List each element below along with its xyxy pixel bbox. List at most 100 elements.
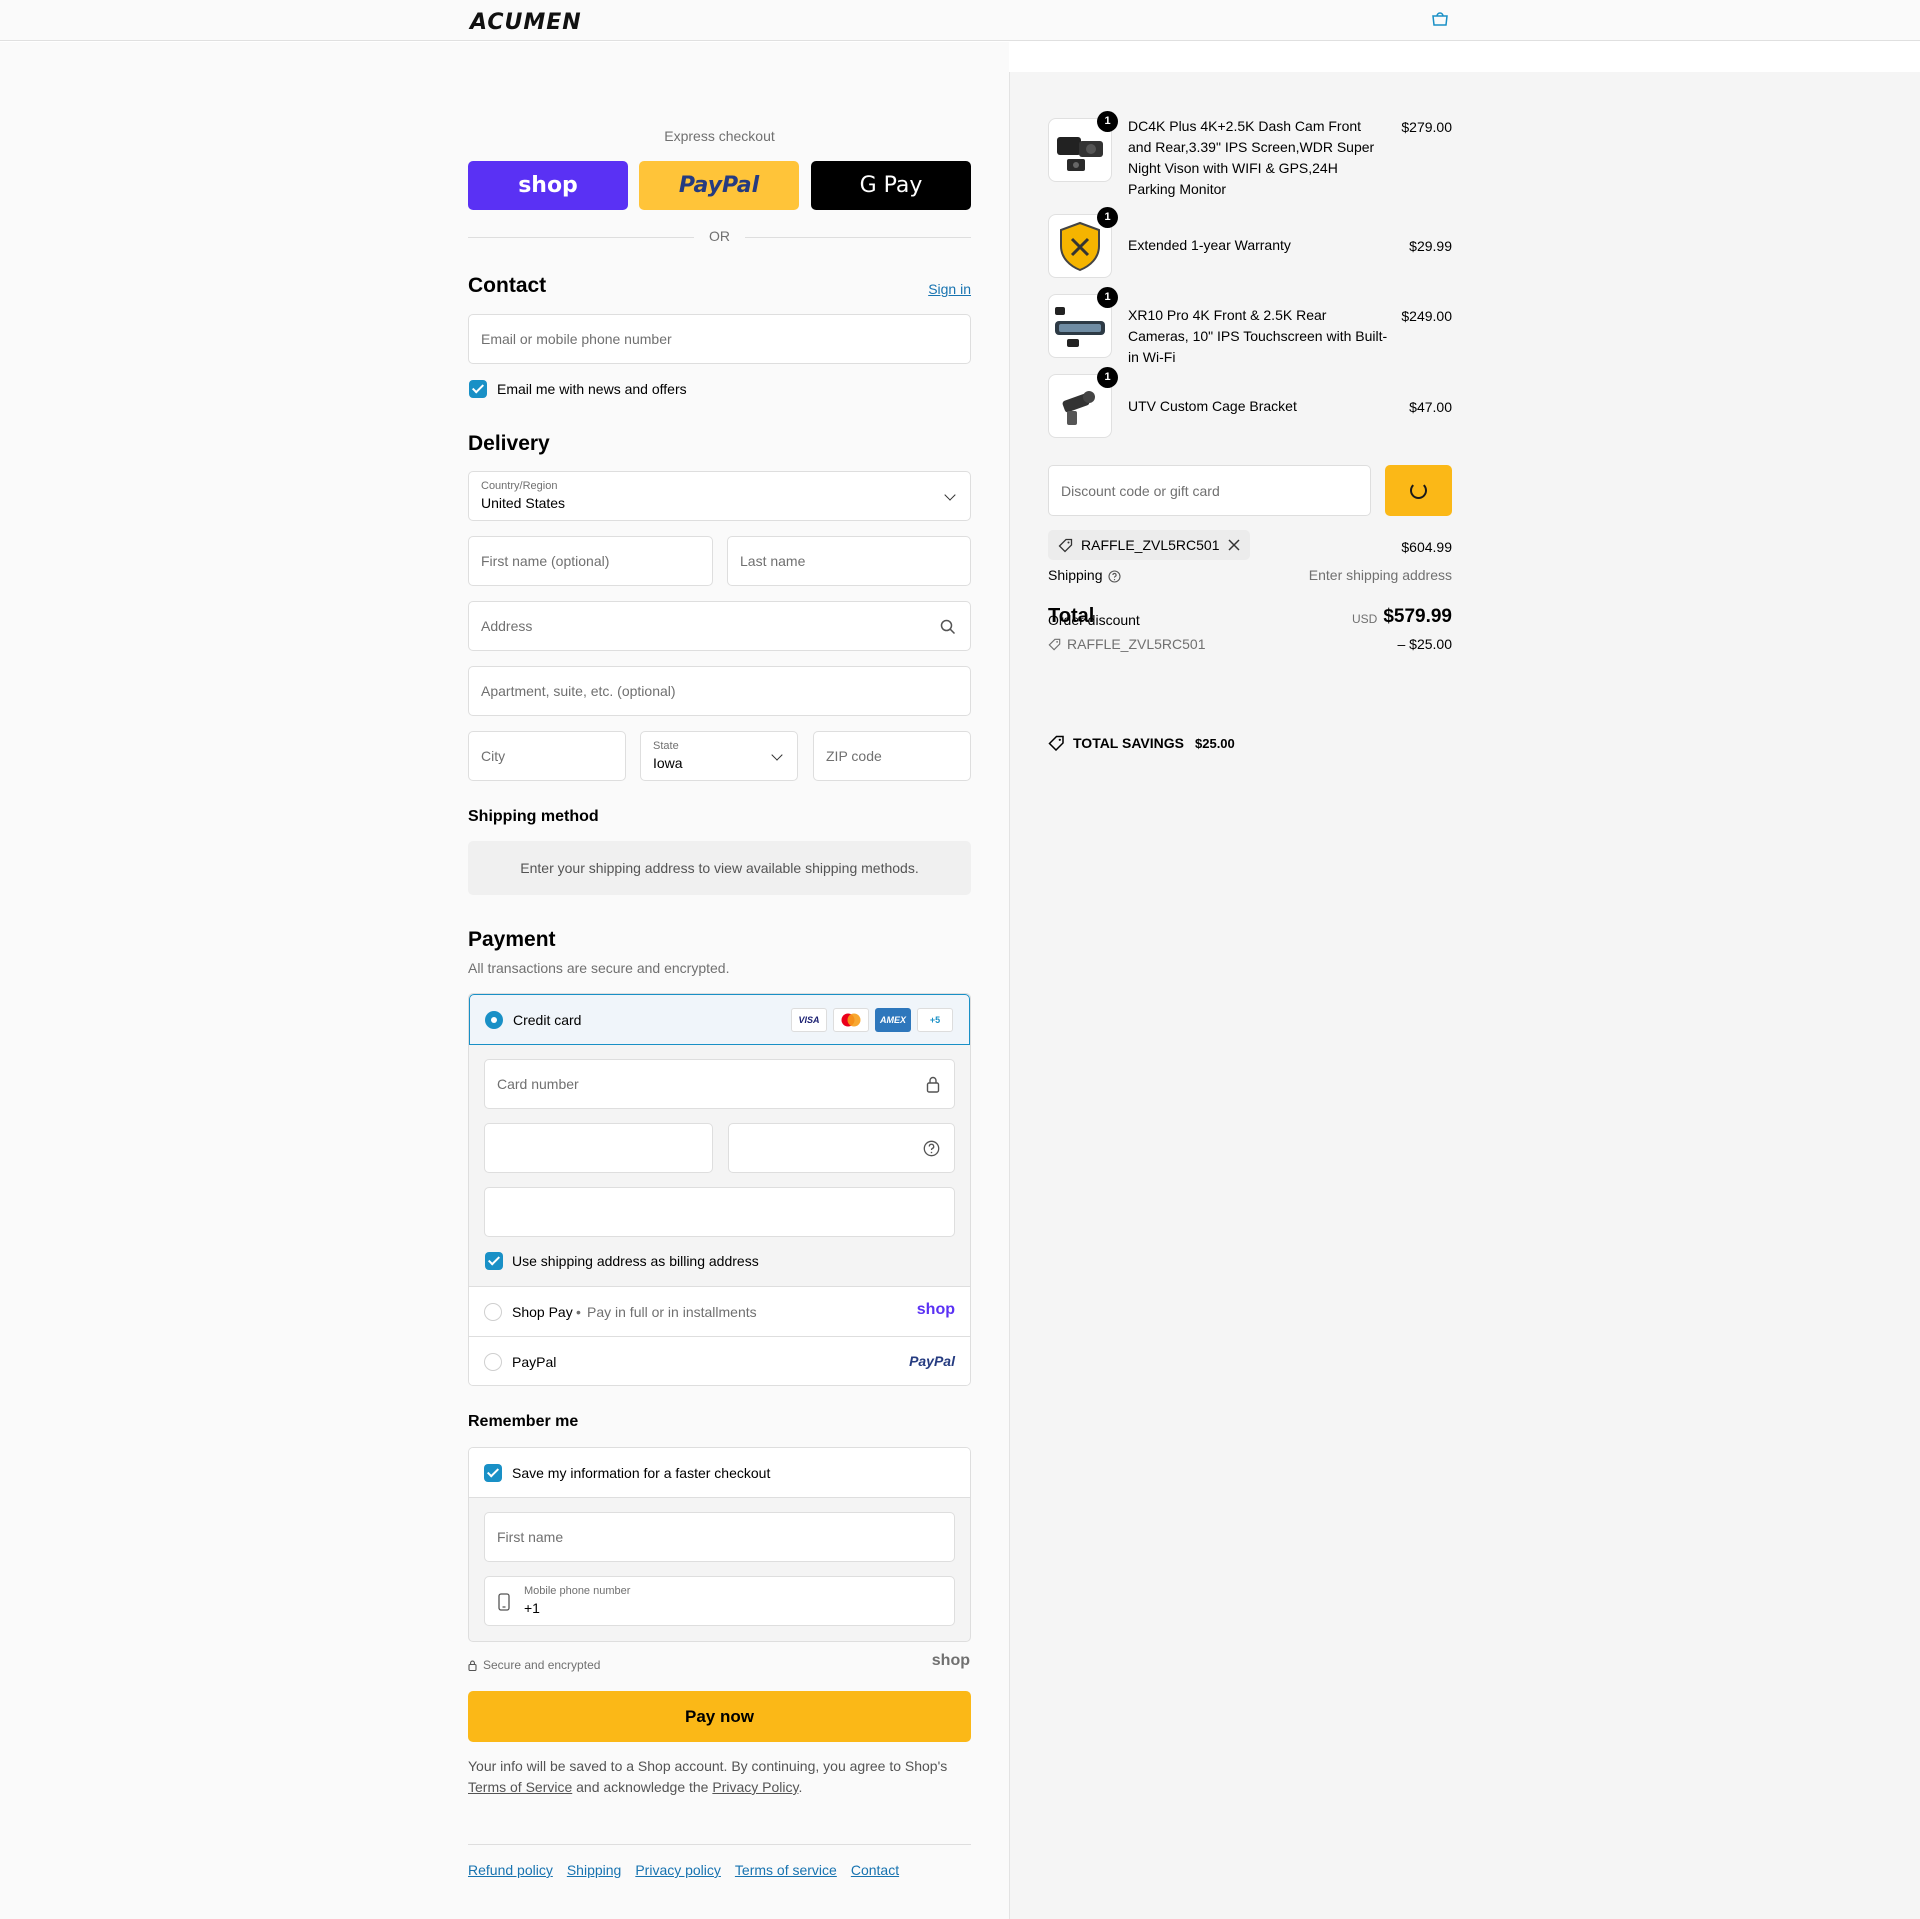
help-icon[interactable]: [1108, 570, 1121, 583]
privacy-policy-link[interactable]: Privacy policy: [635, 1862, 721, 1878]
sign-in-link[interactable]: Sign in: [928, 281, 971, 297]
shipping-label: Shipping: [1048, 567, 1103, 583]
state-label: State: [653, 740, 679, 752]
paypal-option[interactable]: PayPal PayPal: [469, 1336, 970, 1385]
apply-discount-button[interactable]: [1385, 465, 1452, 516]
product-thumbnail: 1: [1048, 111, 1118, 182]
shop-pay-description: Pay in full or in installments: [587, 1304, 757, 1320]
total-value: $579.99: [1383, 606, 1452, 627]
last-name-field[interactable]: Last name: [727, 536, 971, 586]
name-on-card-field[interactable]: [484, 1187, 955, 1237]
remember-first-name-field[interactable]: First name: [484, 1512, 955, 1562]
item-price: $279.00: [1401, 119, 1452, 135]
bag-icon[interactable]: [1430, 11, 1450, 27]
help-icon[interactable]: [923, 1140, 940, 1157]
zip-placeholder: ZIP code: [826, 748, 882, 764]
paypal-label: PayPal: [512, 1354, 557, 1370]
order-discount-label: Order discount: [1048, 612, 1140, 628]
subtotal-value: $604.99: [1401, 539, 1452, 555]
email-field[interactable]: Email or mobile phone number: [468, 314, 971, 364]
delivery-heading: Delivery: [468, 432, 550, 455]
total-savings-label: TOTAL SAVINGS: [1073, 735, 1184, 751]
product-thumbnail: 1: [1048, 287, 1118, 358]
store-logo[interactable]: ACUMEN: [470, 10, 582, 35]
shop-terms-link[interactable]: Terms of Service: [468, 1779, 572, 1795]
loading-spinner-icon: [1410, 482, 1427, 499]
card-number-placeholder: Card number: [497, 1076, 579, 1092]
shop-privacy-link[interactable]: Privacy Policy: [712, 1779, 798, 1795]
security-code-field[interactable]: [728, 1123, 955, 1173]
newsletter-checkbox[interactable]: [469, 380, 487, 398]
discount-code-chip: RAFFLE_ZVL5RC501: [1048, 530, 1250, 560]
zip-field[interactable]: ZIP code: [813, 731, 971, 781]
first-name-placeholder: First name (optional): [481, 553, 610, 569]
lock-icon: [468, 1660, 477, 1671]
discount-code-field[interactable]: Discount code or gift card: [1048, 465, 1371, 516]
applied-discount-code: RAFFLE_ZVL5RC501: [1067, 636, 1206, 652]
or-label: OR: [709, 228, 730, 244]
credit-card-radio[interactable]: [485, 1011, 503, 1029]
discount-chip-label: RAFFLE_ZVL5RC501: [1081, 537, 1220, 553]
discount-amount: – $25.00: [1397, 636, 1453, 652]
email-placeholder: Email or mobile phone number: [481, 331, 672, 347]
shipping-method-heading: Shipping method: [468, 808, 599, 825]
legal-text-1: Your info will be saved to a Shop accoun…: [468, 1758, 948, 1774]
save-info-label: Save my information for a faster checkou…: [512, 1465, 771, 1481]
mobile-phone-label: Mobile phone number: [524, 1585, 631, 1597]
shop-pay-logo: shop: [916, 1301, 955, 1318]
credit-card-option[interactable]: Credit card VISA AMEX +5: [469, 994, 970, 1045]
amex-icon: AMEX: [875, 1008, 911, 1032]
expiration-date-field[interactable]: [484, 1123, 713, 1173]
terms-of-service-link[interactable]: Terms of service: [735, 1862, 837, 1878]
paypal-express-button[interactable]: PayPal: [639, 161, 799, 210]
last-name-placeholder: Last name: [740, 553, 806, 569]
mastercard-icon: [833, 1008, 869, 1032]
remember-me-box: Save my information for a faster checkou…: [468, 1447, 971, 1642]
header: ACUMEN: [0, 0, 1920, 41]
item-price: $47.00: [1409, 399, 1452, 415]
country-label: Country/Region: [481, 480, 558, 492]
remember-first-name-placeholder: First name: [497, 1529, 564, 1545]
quantity-badge: 1: [1097, 287, 1118, 308]
secure-encrypted-label: Secure and encrypted: [483, 1658, 601, 1672]
mobile-phone-field[interactable]: Mobile phone number +1: [484, 1576, 955, 1626]
chevron-down-icon: [944, 489, 956, 501]
paypal-logo: PayPal: [909, 1353, 955, 1369]
country-value: United States: [481, 495, 566, 511]
item-name: DC4K Plus 4K+2.5K Dash Cam Front and Rea…: [1128, 118, 1375, 197]
mobile-phone-value: +1: [524, 1600, 540, 1616]
billing-address-checkbox[interactable]: [485, 1252, 503, 1270]
refund-policy-link[interactable]: Refund policy: [468, 1862, 553, 1878]
quantity-badge: 1: [1097, 367, 1118, 388]
shipping-link[interactable]: Shipping: [567, 1862, 622, 1878]
payment-heading: Payment: [468, 928, 556, 951]
contact-link[interactable]: Contact: [851, 1862, 899, 1878]
legal-notice: Your info will be saved to a Shop accoun…: [468, 1756, 971, 1798]
city-field[interactable]: City: [468, 731, 626, 781]
remember-me-heading: Remember me: [468, 1413, 579, 1430]
shop-pay-option[interactable]: Shop Pay • Pay in full or in installment…: [469, 1286, 970, 1336]
paypal-radio[interactable]: [484, 1353, 502, 1371]
country-select[interactable]: Country/Region United States: [468, 471, 971, 521]
first-name-field[interactable]: First name (optional): [468, 536, 713, 586]
pay-now-button[interactable]: Pay now: [468, 1691, 971, 1742]
legal-text-2: and acknowledge the: [576, 1779, 709, 1795]
total-savings-value: $25.00: [1195, 736, 1235, 751]
state-value: Iowa: [653, 755, 683, 771]
shop-pay-express-button[interactable]: shop: [468, 161, 628, 210]
footer-divider: [468, 1844, 971, 1845]
visa-icon: VISA: [791, 1008, 827, 1032]
quantity-badge: 1: [1097, 207, 1118, 228]
shop-pay-radio[interactable]: [484, 1303, 502, 1321]
state-select[interactable]: State Iowa: [640, 731, 798, 781]
address-field[interactable]: Address: [468, 601, 971, 651]
city-placeholder: City: [481, 748, 506, 764]
save-info-checkbox[interactable]: [484, 1464, 502, 1482]
google-pay-express-button[interactable]: G Pay: [811, 161, 971, 210]
item-name: XR10 Pro 4K Front & 2.5K Rear Cameras, 1…: [1128, 307, 1388, 365]
payment-methods: Credit card VISA AMEX +5 Card number Use…: [468, 993, 971, 1386]
close-icon[interactable]: [1227, 539, 1240, 551]
apartment-field[interactable]: Apartment, suite, etc. (optional): [468, 666, 971, 716]
item-name: Extended 1-year Warranty: [1128, 237, 1291, 253]
card-number-field[interactable]: Card number: [484, 1059, 955, 1109]
